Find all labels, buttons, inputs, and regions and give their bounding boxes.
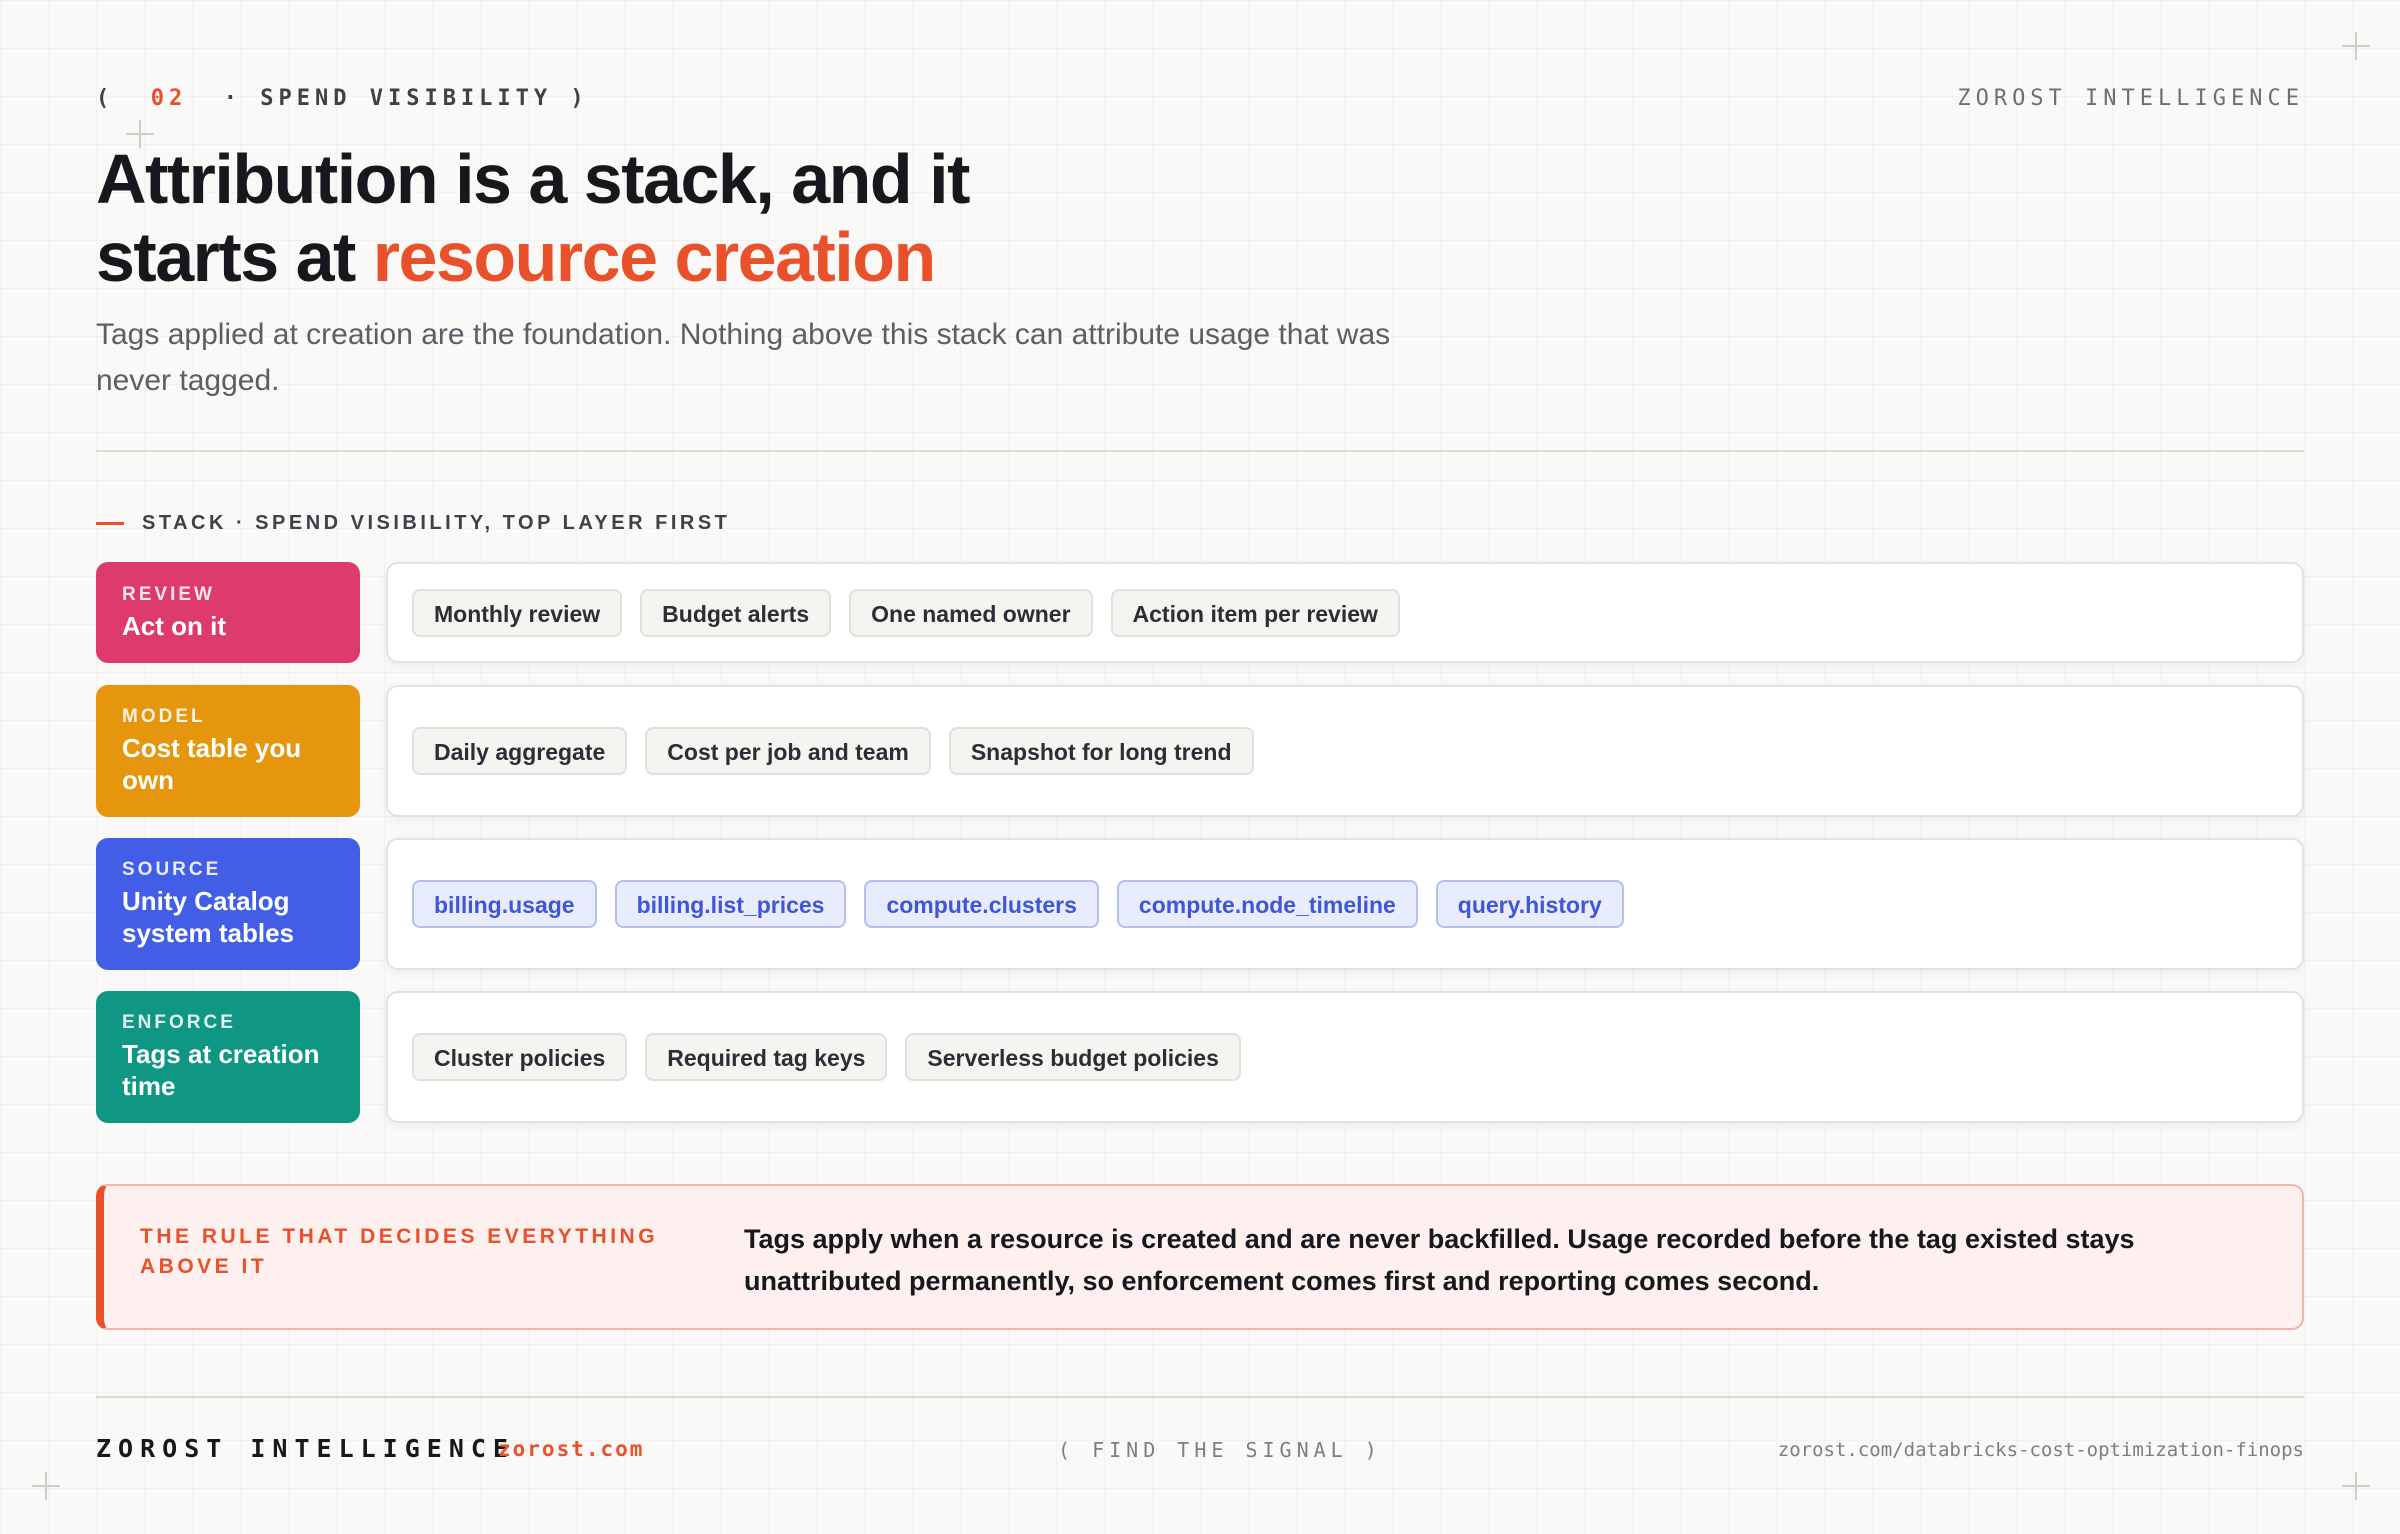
chip: Cost per job and team — [645, 727, 931, 775]
layer-title: Cost table you own — [122, 733, 302, 795]
stack-layer-model: MODEL Cost table you own Daily aggregate… — [96, 685, 2304, 817]
system-table-chip: billing.list_prices — [614, 880, 847, 928]
stack-layer-source: SOURCE Unity Catalog system tables billi… — [96, 838, 2304, 970]
layer-kicker: REVIEW — [122, 583, 215, 605]
section-number: 02 — [150, 86, 188, 111]
section-name: · SPEND VISIBILITY ) — [223, 86, 589, 111]
chip: Required tag keys — [645, 1033, 888, 1081]
crosshair-mark-bottom-left — [32, 1472, 60, 1500]
chip: Serverless budget policies — [905, 1033, 1241, 1081]
crosshair-mark-bottom-right — [2342, 1472, 2370, 1500]
eyebrow-open: ( — [96, 86, 115, 111]
stack-layer-enforce: ENFORCE Tags at creation time Cluster po… — [96, 991, 2304, 1123]
crosshair-mark-top-right — [2342, 32, 2370, 60]
page-subtitle: Tags applied at creation are the foundat… — [96, 318, 1391, 397]
stack-label-text: STACK · SPEND VISIBILITY, TOP LAYER FIRS… — [142, 512, 731, 534]
footer-url-link[interactable]: zorost.com/databricks-cost-optimization-… — [1778, 1439, 2304, 1461]
stack-layer-review: REVIEW Act on it Monthly review Budget a… — [96, 562, 2304, 663]
stack-label: STACK · SPEND VISIBILITY, TOP LAYER FIRS… — [96, 512, 730, 535]
callout-text: Tags apply when a resource is created an… — [744, 1224, 2135, 1296]
layer-card-source: billing.usage billing.list_prices comput… — [386, 838, 2304, 970]
rule-callout: THE RULE THAT DECIDES EVERYTHING ABOVE I… — [96, 1184, 2304, 1330]
layer-kicker: MODEL — [122, 706, 206, 727]
chip: Budget alerts — [640, 588, 832, 637]
layer-tag-enforce: ENFORCE Tags at creation time — [96, 991, 360, 1123]
layer-tag-model: MODEL Cost table you own — [96, 685, 360, 817]
layer-card-review: Monthly review Budget alerts One named o… — [386, 562, 2304, 663]
header-brand: ZOROST INTELLIGENCE — [1957, 86, 2304, 111]
section-eyebrow: ( 02 · SPEND VISIBILITY ) — [96, 86, 589, 111]
title-accent: resource creation — [372, 218, 936, 296]
footer-tagline: ( FIND THE SIGNAL ) — [1058, 1438, 1382, 1462]
chip: One named owner — [849, 588, 1093, 637]
system-table-chip: compute.node_timeline — [1116, 880, 1418, 928]
system-table-chip: query.history — [1435, 880, 1624, 928]
title-line-1: Attribution is a stack, and it — [96, 140, 970, 218]
system-table-chip: compute.clusters — [864, 880, 1099, 928]
chip: Snapshot for long trend — [948, 727, 1254, 775]
chip: Action item per review — [1110, 588, 1400, 637]
layer-kicker: ENFORCE — [122, 1012, 236, 1033]
layer-card-enforce: Cluster policies Required tag keys Serve… — [386, 991, 2304, 1123]
chip: Daily aggregate — [412, 727, 628, 775]
chip: Cluster policies — [412, 1033, 628, 1081]
title-line-2-prefix: starts at — [96, 218, 373, 296]
callout-label: THE RULE THAT DECIDES EVERYTHING ABOVE I… — [140, 1225, 659, 1278]
layer-title: Unity Catalog system tables — [122, 886, 294, 948]
layer-tag-source: SOURCE Unity Catalog system tables — [96, 838, 360, 970]
chip: Monthly review — [412, 588, 623, 637]
layer-title: Act on it — [122, 610, 226, 641]
layer-card-model: Daily aggregate Cost per job and team Sn… — [386, 685, 2304, 817]
footer-brand: ZOROST INTELLIGENCE — [96, 1434, 515, 1463]
layer-tag-review: REVIEW Act on it — [96, 562, 360, 663]
page-title: Attribution is a stack, and it starts at… — [96, 140, 1496, 296]
system-table-chip: billing.usage — [412, 880, 597, 928]
layer-title: Tags at creation time — [122, 1039, 320, 1101]
footer-site-link[interactable]: zorost.com — [498, 1437, 644, 1461]
stack-label-dash — [96, 522, 124, 525]
footer-divider — [96, 1396, 2304, 1398]
layer-kicker: SOURCE — [122, 859, 222, 880]
header-divider — [96, 450, 2304, 452]
